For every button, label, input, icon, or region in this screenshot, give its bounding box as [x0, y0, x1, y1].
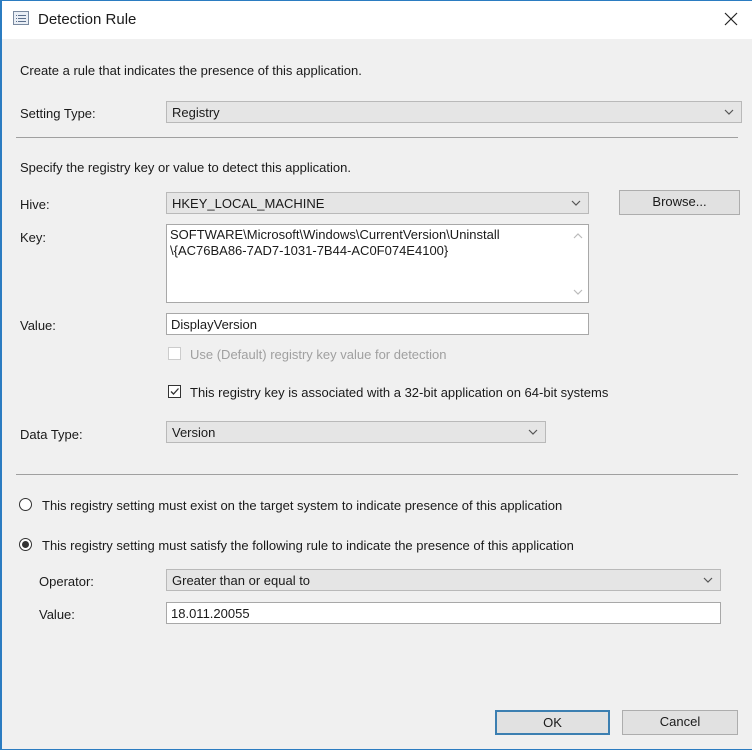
data-type-value: Version: [172, 425, 216, 440]
section-divider: [16, 137, 738, 138]
setting-type-label: Setting Type:: [20, 106, 96, 121]
is-32bit-label: This registry key is associated with a 3…: [190, 385, 609, 400]
must-exist-radio[interactable]: [19, 498, 32, 511]
scroll-up-icon[interactable]: [573, 232, 583, 240]
data-type-dropdown[interactable]: Version: [166, 421, 546, 443]
key-label: Key:: [20, 230, 47, 245]
value-input[interactable]: DisplayVersion: [166, 313, 589, 335]
section-divider: [16, 474, 738, 475]
close-button[interactable]: [716, 5, 746, 33]
close-icon: [724, 12, 738, 26]
is-32bit-checkbox[interactable]: [168, 385, 181, 398]
hive-dropdown[interactable]: HKEY_LOCAL_MACHINE: [166, 192, 589, 214]
operator-label: Operator:: [39, 574, 94, 589]
must-satisfy-label: This registry setting must satisfy the f…: [42, 538, 574, 553]
checkmark-icon: [170, 388, 179, 395]
detection-rule-dialog: Detection Rule Create a rule that indica…: [0, 0, 752, 750]
scroll-down-icon[interactable]: [573, 288, 583, 296]
list-window-icon: [13, 11, 29, 25]
chevron-down-icon: [571, 200, 581, 206]
chevron-down-icon: [724, 109, 734, 115]
operator-value: Greater than or equal to: [172, 573, 311, 588]
title-bar: Detection Rule: [2, 1, 752, 39]
value-label: Value:: [20, 318, 56, 333]
hive-label: Hive:: [20, 197, 50, 212]
intro-text: Create a rule that indicates the presenc…: [20, 63, 362, 78]
key-textarea[interactable]: SOFTWARE\Microsoft\Windows\CurrentVersio…: [166, 224, 589, 303]
must-satisfy-radio[interactable]: [19, 538, 32, 551]
hive-value: HKEY_LOCAL_MACHINE: [172, 196, 325, 211]
ok-button[interactable]: OK: [495, 710, 610, 735]
use-default-checkbox[interactable]: [168, 347, 181, 360]
chevron-down-icon: [703, 577, 713, 583]
setting-type-dropdown[interactable]: Registry: [166, 101, 742, 123]
rule-value-input[interactable]: 18.011.20055: [166, 602, 721, 624]
operator-dropdown[interactable]: Greater than or equal to: [166, 569, 721, 591]
key-line-1: SOFTWARE\Microsoft\Windows\CurrentVersio…: [170, 227, 500, 242]
radio-selected-dot: [22, 541, 29, 548]
setting-type-value: Registry: [172, 105, 220, 120]
rule-value-label: Value:: [39, 607, 75, 622]
data-type-label: Data Type:: [20, 427, 83, 442]
dialog-title: Detection Rule: [38, 11, 137, 28]
use-default-label: Use (Default) registry key value for det…: [190, 347, 447, 362]
key-line-2: \{AC76BA86-7AD7-1031-7B44-AC0F074E4100}: [170, 243, 449, 258]
browse-button[interactable]: Browse...: [619, 190, 740, 215]
must-exist-label: This registry setting must exist on the …: [42, 498, 563, 513]
chevron-down-icon: [528, 429, 538, 435]
registry-instructions: Specify the registry key or value to det…: [20, 160, 351, 175]
cancel-button[interactable]: Cancel: [622, 710, 738, 735]
